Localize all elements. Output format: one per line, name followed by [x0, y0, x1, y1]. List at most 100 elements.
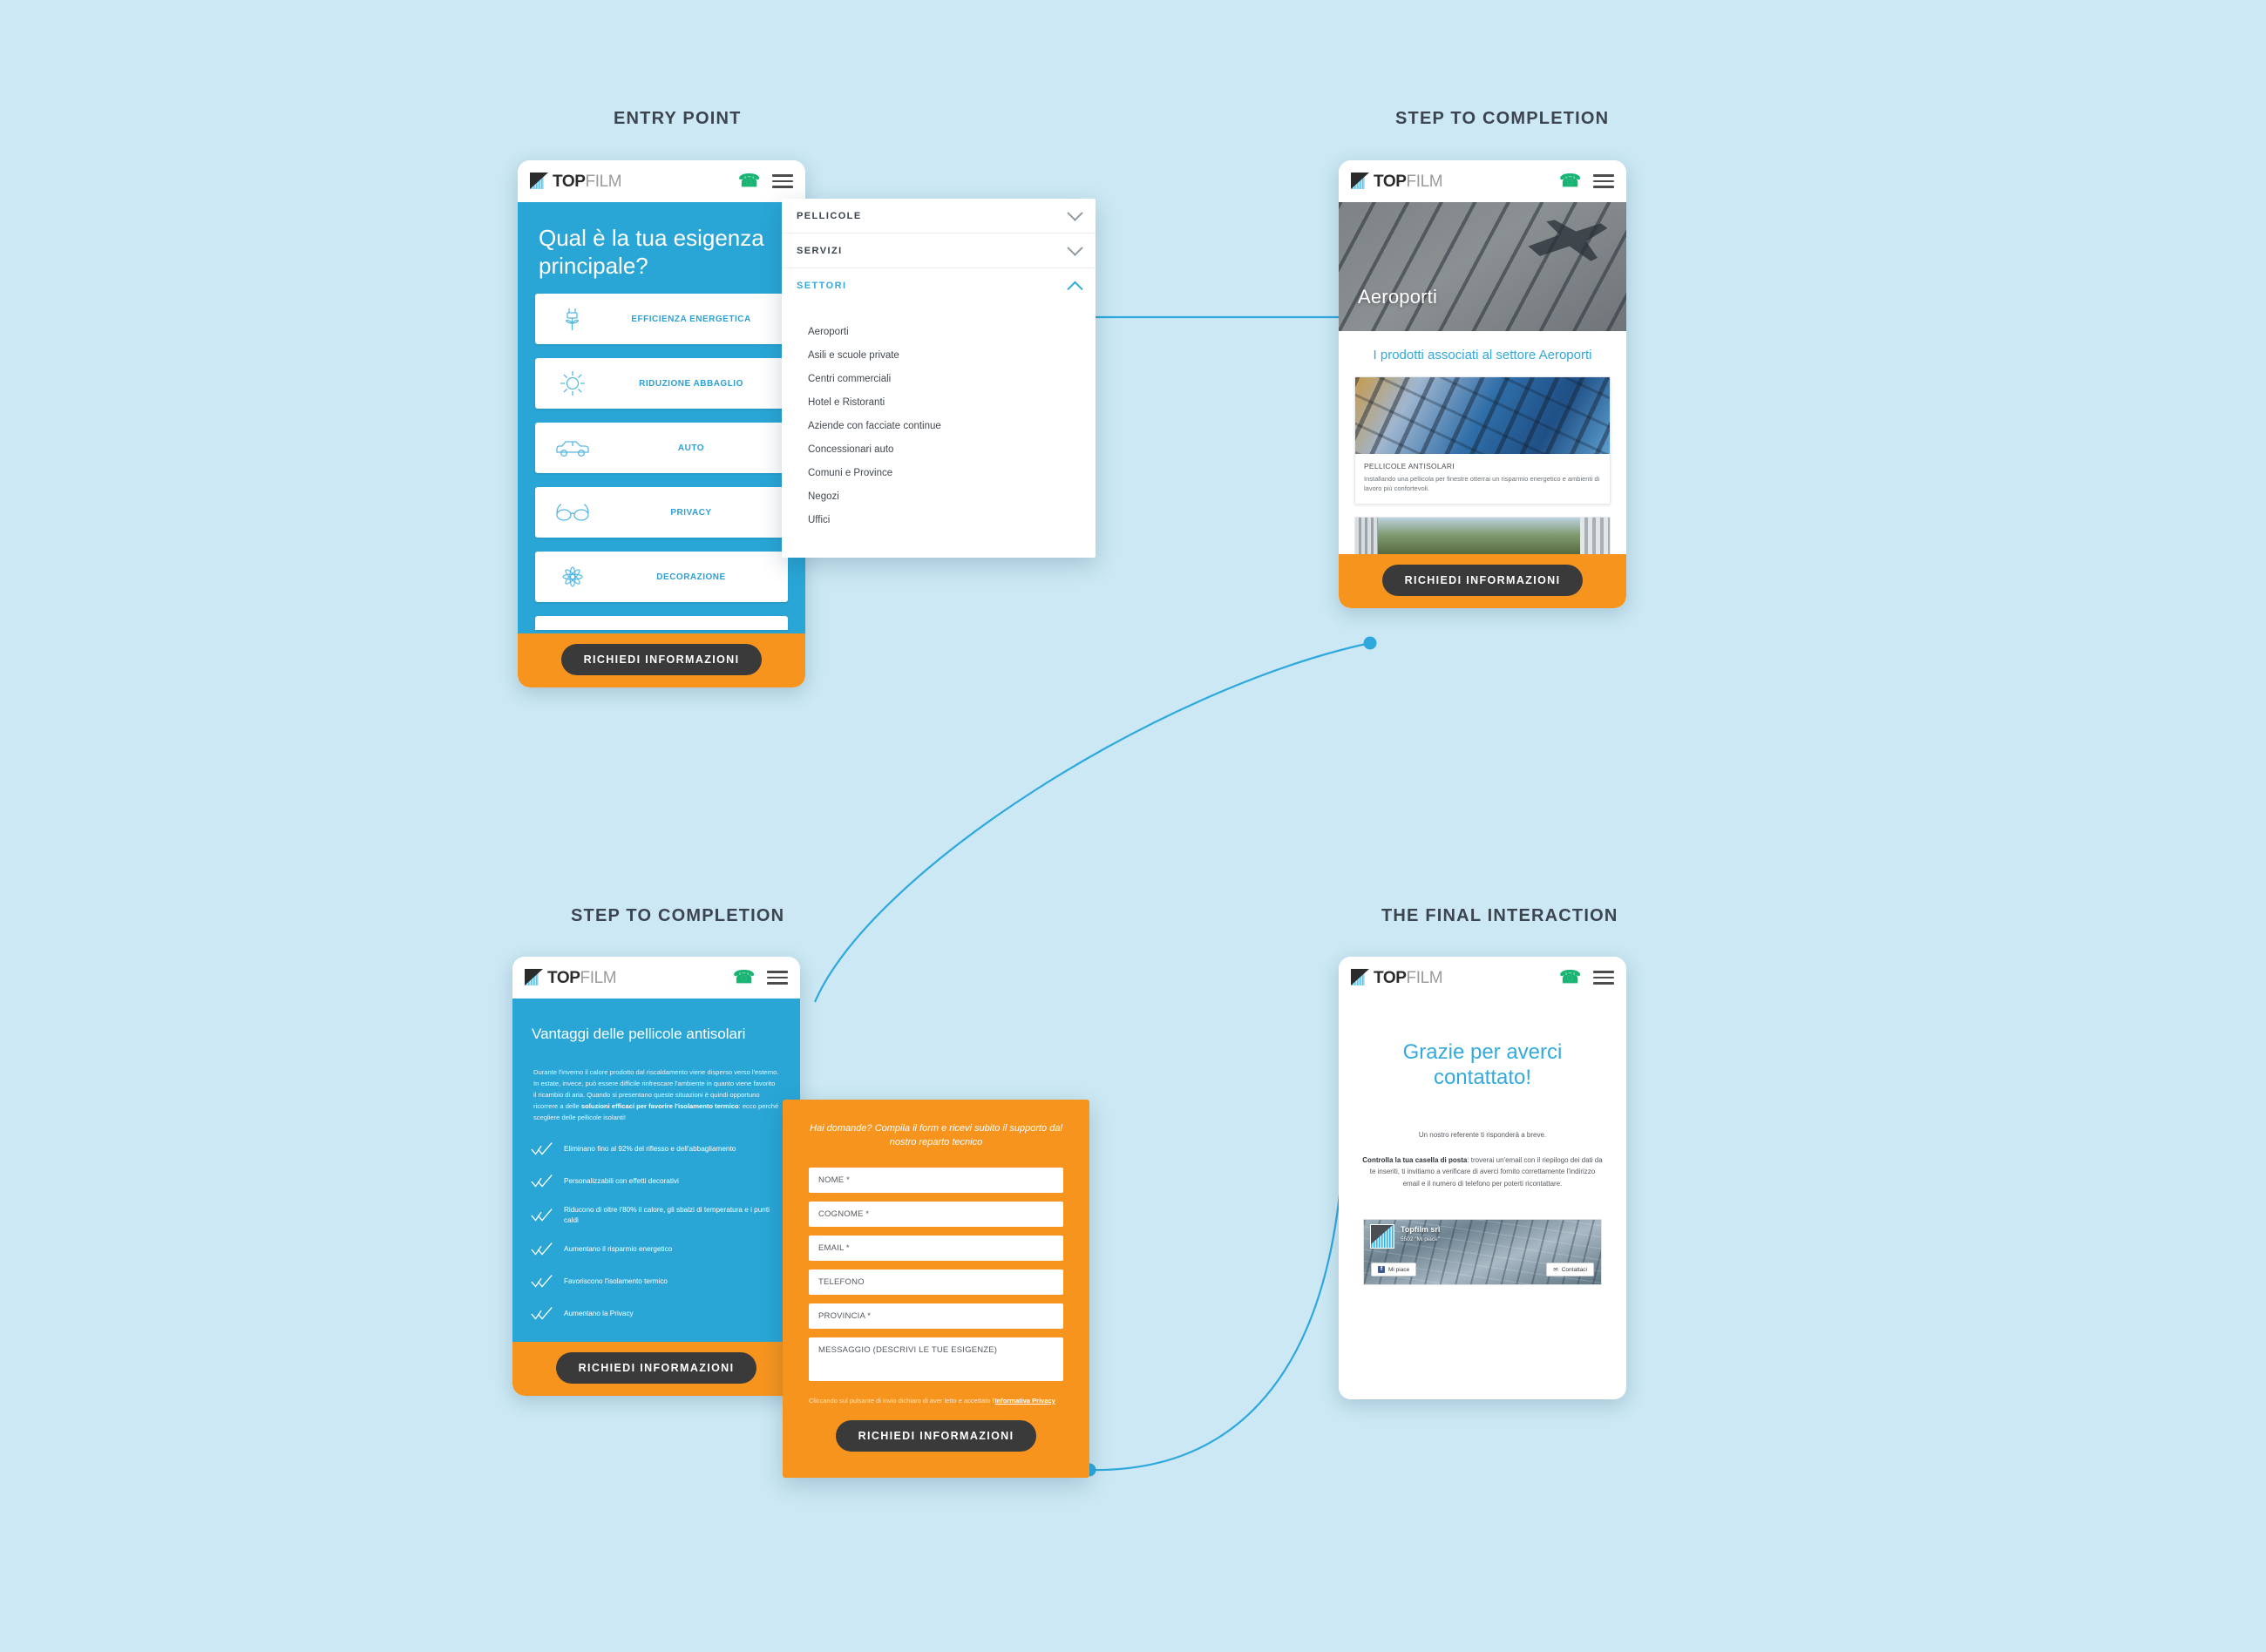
category-card-auto[interactable]: AUTO	[535, 423, 788, 474]
chevron-down-icon	[1067, 240, 1083, 256]
app-header: TOPFILM ☎	[512, 957, 800, 999]
menu-item-comuni-province[interactable]: Comuni e Province	[808, 461, 1096, 484]
facebook-contact-button[interactable]: ✉ Contattaci	[1546, 1263, 1594, 1277]
menu-item-facciate-continue[interactable]: Aziende con facciate continue	[808, 414, 1096, 437]
menu-section-settori[interactable]: SETTORI	[782, 268, 1096, 302]
hamburger-menu-icon[interactable]	[772, 174, 793, 188]
note-highlight: Controlla la tua casella di posta	[1362, 1155, 1468, 1164]
contact-form-panel: Hai domande? Compila il form e ricevi su…	[783, 1100, 1089, 1478]
phone-icon[interactable]: ☎	[1559, 173, 1581, 190]
logo-text-top: TOP	[1374, 968, 1407, 987]
facebook-like-label: Mi piace	[1388, 1266, 1410, 1273]
benefit-label: Aumentano il risparmio energetico	[564, 1245, 673, 1254]
category-label: AUTO	[677, 443, 705, 453]
screen-sector-aeroporti: TOPFILM ☎ Aeroporti I prodotti associati…	[1339, 160, 1626, 609]
menu-item-hotel-ristoranti[interactable]: Hotel e Ristoranti	[808, 390, 1096, 414]
hamburger-menu-icon[interactable]	[1593, 971, 1614, 985]
product-image-secondary	[1354, 517, 1611, 555]
phone-icon[interactable]: ☎	[1559, 969, 1581, 986]
menu-item-aeroporti[interactable]: Aeroporti	[808, 320, 1096, 343]
category-label: PRIVACY	[670, 507, 712, 518]
request-info-button[interactable]: RICHIEDI INFORMAZIONI	[555, 1352, 757, 1385]
plug-plant-icon	[535, 304, 610, 334]
provincia-input[interactable]	[809, 1303, 1063, 1329]
category-card-decorazione[interactable]: DECORAZIONE	[535, 552, 788, 603]
logo[interactable]: TOPFILM	[530, 172, 622, 191]
paragraph-highlight: soluzioni efficaci per favorire l'isolam…	[580, 1102, 739, 1111]
car-icon	[535, 435, 610, 461]
nome-input[interactable]	[809, 1167, 1063, 1193]
screen3-footer: RICHIEDI INFORMAZIONI	[512, 1342, 800, 1397]
hero-banner: Aeroporti	[1339, 202, 1626, 331]
hamburger-menu-icon[interactable]	[1593, 174, 1614, 188]
facebook-avatar	[1370, 1224, 1394, 1249]
request-info-button[interactable]: RICHIEDI INFORMAZIONI	[560, 644, 763, 676]
logo-mark-icon	[1351, 173, 1370, 190]
menu-item-concessionari-auto[interactable]: Concessionari auto	[808, 437, 1096, 461]
messaggio-textarea[interactable]	[809, 1337, 1063, 1381]
settori-submenu: Aeroporti Asili e scuole private Centri …	[782, 316, 1096, 531]
menu-section-servizi[interactable]: SERVIZI	[782, 234, 1096, 268]
category-card-riduzione-abbaglio[interactable]: RIDUZIONE ABBAGLIO	[535, 358, 788, 410]
request-info-button[interactable]: RICHIEDI INFORMAZIONI	[1381, 565, 1584, 597]
flower-icon	[535, 562, 610, 592]
flow-label-final-interaction: THE FINAL INTERACTION	[1381, 906, 1618, 925]
logo-text-top: TOP	[553, 172, 586, 191]
chevron-up-icon	[1067, 281, 1083, 297]
screen-thank-you: TOPFILM ☎ Grazie per averci contattato! …	[1339, 957, 1626, 1399]
menu-item-asili[interactable]: Asili e scuole private	[808, 343, 1096, 367]
hamburger-menu-icon[interactable]	[767, 971, 788, 985]
app-header: TOPFILM ☎	[1339, 957, 1626, 999]
facebook-like-button[interactable]: f Mi piace	[1371, 1263, 1417, 1277]
benefit-label: Eliminano fino al 92% del riflesso e del…	[564, 1145, 736, 1154]
category-card-efficienza-energetica[interactable]: EFFICIENZA ENERGETICA	[535, 294, 788, 345]
double-check-icon	[531, 1142, 553, 1156]
double-check-icon	[531, 1275, 553, 1288]
screen1-footer: RICHIEDI INFORMAZIONI	[518, 633, 805, 688]
logo-text-top: TOP	[1374, 172, 1407, 191]
privacy-text: Cliccando sul pulsante di invio dichiaro…	[809, 1396, 995, 1405]
benefit-item: Aumentano la Privacy	[530, 1305, 783, 1323]
logo-text-film: FILM	[580, 968, 617, 987]
logo[interactable]: TOPFILM	[525, 968, 617, 987]
form-lead-text: Hai domande? Compila il form e ricevi su…	[810, 1123, 1062, 1148]
product-image	[1355, 376, 1610, 454]
menu-section-pellicole[interactable]: PELLICOLE	[782, 199, 1096, 234]
email-input[interactable]	[809, 1235, 1063, 1261]
privacy-policy-link[interactable]: Informativa Privacy	[995, 1397, 1055, 1405]
envelope-icon: ✉	[1553, 1267, 1558, 1274]
thank-you-lead: Un nostro referente ti risponderà a brev…	[1418, 1130, 1547, 1139]
menu-item-uffici[interactable]: Uffici	[808, 508, 1096, 531]
menu-item-negozi[interactable]: Negozi	[808, 484, 1096, 508]
phone-icon[interactable]: ☎	[738, 173, 760, 190]
glasses-icon	[535, 499, 610, 525]
benefit-item: Aumentano il risparmio energetico	[530, 1241, 783, 1258]
logo-mark-icon	[530, 173, 549, 190]
facebook-page-widget[interactable]: Topfilm srl 5502 "Mi piace" f Mi piace ✉…	[1363, 1219, 1602, 1286]
phone-icon[interactable]: ☎	[733, 969, 755, 986]
flow-canvas: ENTRY POINT STEP TO COMPLETION STEP TO C…	[0, 0, 2266, 1652]
product-card[interactable]: PELLICOLE ANTISOLARI Installando una pel…	[1354, 376, 1611, 505]
sun-icon	[535, 369, 610, 398]
category-label: EFFICIENZA ENERGETICA	[631, 314, 751, 324]
category-card-partial[interactable]	[535, 616, 788, 631]
screen-vantaggi: TOPFILM ☎ Vantaggi delle pellicole antis…	[512, 957, 800, 1397]
logo-text-top: TOP	[547, 968, 580, 987]
cognome-input[interactable]	[809, 1201, 1063, 1227]
app-header: TOPFILM ☎	[518, 160, 805, 202]
submit-request-button[interactable]: RICHIEDI INFORMAZIONI	[835, 1419, 1037, 1452]
telefono-input[interactable]	[809, 1269, 1063, 1295]
menu-section-label: SETTORI	[797, 280, 847, 291]
menu-item-centri-commerciali[interactable]: Centri commerciali	[808, 367, 1096, 390]
screen4-body: Grazie per averci contattato! Un nostro …	[1339, 999, 1626, 1399]
screen-entry-point: TOPFILM ☎ Qual è la tua esigenza princip…	[518, 160, 805, 688]
page-title: Qual è la tua esigenza principale?	[539, 225, 764, 279]
logo[interactable]: TOPFILM	[1351, 968, 1443, 987]
logo[interactable]: TOPFILM	[1351, 172, 1443, 191]
intro-paragraph: Durante l'inverno il calore prodotto dal…	[512, 1044, 800, 1123]
logo-mark-icon	[1351, 969, 1370, 986]
logo-text-film: FILM	[1406, 968, 1443, 987]
thank-you-title: Grazie per averci contattato!	[1402, 1040, 1563, 1089]
category-card-privacy[interactable]: PRIVACY	[535, 487, 788, 538]
airplane-icon	[1528, 220, 1608, 261]
